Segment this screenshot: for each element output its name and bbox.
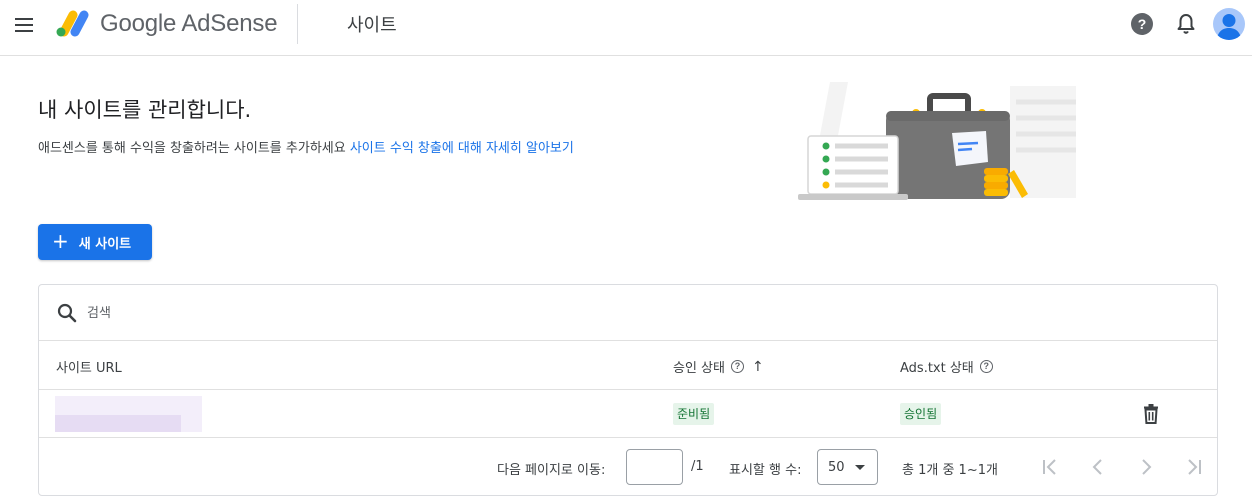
- search-bar: [39, 285, 1217, 341]
- page-heading: 내 사이트를 관리합니다.: [38, 98, 252, 122]
- site-url-redacted[interactable]: [55, 396, 202, 432]
- top-app-bar: Google AdSense 사이트 ?: [0, 0, 1252, 56]
- avatar-icon: [1216, 14, 1242, 40]
- column-label-url: 사이트 URL: [56, 361, 122, 376]
- goto-page-input[interactable]: [626, 449, 683, 485]
- page-description: 애드센스를 통해 수익을 창출하려는 사이트를 추가하세요 사이트 수익 창출에…: [38, 137, 574, 156]
- table-row[interactable]: 준비됨 승인됨: [39, 390, 1217, 438]
- goto-page-label: 다음 페이지로 이동:: [497, 463, 606, 478]
- first-page-icon[interactable]: [1038, 455, 1062, 479]
- new-site-button[interactable]: + 새 사이트: [38, 224, 152, 260]
- rows-per-page-value: 50: [828, 459, 845, 475]
- chevron-right-icon[interactable]: [1134, 455, 1158, 479]
- sites-table-card: 사이트 URL 승인 상태 ? ↑ Ads.txt 상태 ? 준비됨 승인됨 다…: [38, 284, 1218, 496]
- section-title: 사이트: [347, 15, 397, 36]
- chevron-left-icon[interactable]: [1086, 455, 1110, 479]
- page-total: /1: [691, 459, 704, 474]
- plus-icon: +: [52, 229, 69, 253]
- search-input[interactable]: [87, 299, 587, 327]
- column-header-adstxt[interactable]: Ads.txt 상태 ?: [900, 357, 993, 376]
- caret-down-icon: [854, 464, 865, 470]
- help-circle-icon[interactable]: ?: [730, 360, 744, 373]
- description-text: 애드센스를 통해 수익을 창출하려는 사이트를 추가하세요: [38, 141, 346, 156]
- header-divider: [297, 4, 298, 44]
- column-label-approval: 승인 상태: [673, 361, 725, 376]
- help-circle-icon[interactable]: ?: [979, 360, 993, 373]
- learn-more-link[interactable]: 사이트 수익 창출에 대해 자세히 알아보기: [350, 141, 574, 156]
- sites-illustration: [798, 82, 1076, 200]
- menu-icon[interactable]: [12, 13, 36, 37]
- rows-per-page-select[interactable]: 50: [817, 449, 878, 485]
- avatar[interactable]: [1213, 8, 1245, 40]
- help-icon[interactable]: ?: [1131, 13, 1153, 35]
- search-icon[interactable]: [56, 302, 78, 324]
- last-page-icon[interactable]: [1182, 455, 1206, 479]
- rows-per-page-label: 표시할 행 수:: [729, 463, 802, 478]
- column-header-url[interactable]: 사이트 URL: [56, 357, 122, 376]
- bell-icon[interactable]: [1175, 12, 1197, 36]
- approval-status-badge: 준비됨: [673, 403, 715, 425]
- table-header: 사이트 URL 승인 상태 ? ↑ Ads.txt 상태 ?: [39, 341, 1217, 390]
- column-header-approval[interactable]: 승인 상태 ? ↑: [673, 357, 764, 377]
- adsense-logo-icon[interactable]: [54, 8, 94, 38]
- trash-icon[interactable]: [1141, 403, 1161, 425]
- adstxt-status-badge: 승인됨: [900, 403, 942, 425]
- results-range: 총 1개 중 1~1개: [902, 463, 998, 478]
- table-pagination: 다음 페이지로 이동: /1 표시할 행 수: 50 총 1개 중 1~1개: [39, 438, 1217, 496]
- sort-ascending-icon[interactable]: ↑: [752, 359, 764, 375]
- column-label-adstxt: Ads.txt 상태: [900, 361, 974, 376]
- new-site-label: 새 사이트: [78, 236, 132, 252]
- product-name[interactable]: Google AdSense: [100, 10, 278, 38]
